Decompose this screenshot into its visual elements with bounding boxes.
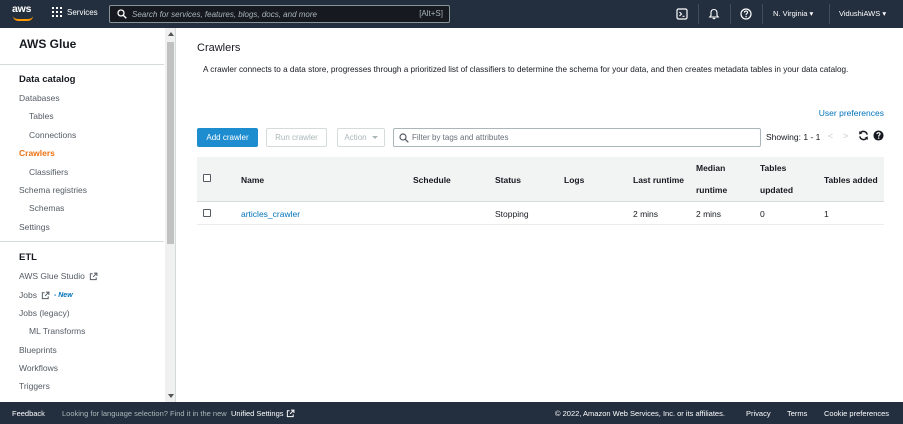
crawler-name-link[interactable]: articles_crawler — [241, 209, 300, 219]
column-header-tables-added[interactable]: Tables added — [824, 175, 878, 185]
nav-divider — [829, 4, 830, 24]
help-icon[interactable] — [873, 130, 884, 141]
bell-icon[interactable] — [708, 8, 720, 20]
global-search-box[interactable]: [Alt+S] — [109, 5, 450, 23]
sidebar-item-label: Jobs — [19, 290, 37, 300]
nav-divider — [698, 4, 699, 24]
column-header-logs[interactable]: Logs — [564, 175, 584, 185]
select-all-checkbox[interactable] — [203, 174, 211, 182]
sidebar-item-connections[interactable]: Connections — [29, 130, 76, 140]
aws-logo-text: aws — [12, 3, 32, 15]
row-checkbox[interactable] — [203, 209, 211, 217]
language-hint: Looking for language selection? Find it … — [62, 409, 227, 418]
search-shortcut: [Alt+S] — [419, 9, 443, 18]
sidebar-item-classifiers[interactable]: Classifiers — [29, 167, 68, 177]
sidebar-item-jobs[interactable]: Jobs - New — [19, 290, 73, 300]
sidebar-item-jobs-legacy[interactable]: Jobs (legacy) — [19, 308, 70, 318]
footer-bar: Feedback Looking for language selection?… — [0, 402, 903, 424]
sidebar-item-settings[interactable]: Settings — [19, 222, 50, 232]
cell-status: Stopping — [495, 209, 529, 219]
unified-settings-link[interactable]: Unified Settings — [231, 409, 284, 418]
sidebar-divider — [0, 64, 164, 65]
global-search-input[interactable] — [132, 7, 422, 21]
scroll-down-arrow-icon[interactable] — [168, 394, 174, 398]
sidebar-item-crawlers[interactable]: Crawlers — [19, 148, 55, 158]
cell-tables-added: 1 — [824, 209, 829, 219]
table-row[interactable]: articles_crawler Stopping 2 mins 2 mins … — [197, 203, 884, 225]
account-menu[interactable]: VidushiAWS ▾ — [839, 9, 886, 18]
sidebar: AWS Glue Data catalog Databases Tables C… — [0, 28, 176, 402]
table-header-row: Name Schedule Status Logs Last runtime M… — [197, 157, 884, 202]
column-header-median-runtime-line2[interactable]: runtime — [696, 185, 727, 195]
sidebar-item-tables[interactable]: Tables — [29, 111, 54, 121]
search-icon — [399, 133, 409, 143]
main-content: Crawlers A crawler connects to a data st… — [177, 28, 903, 402]
scroll-up-arrow-icon[interactable] — [168, 32, 174, 36]
grid-icon — [52, 7, 62, 17]
sidebar-item-glue-studio[interactable]: AWS Glue Studio — [19, 271, 98, 281]
sidebar-item-workflows[interactable]: Workflows — [19, 363, 58, 373]
run-crawler-button[interactable]: Run crawler — [266, 128, 327, 147]
page-description: A crawler connects to a data store, prog… — [203, 65, 849, 74]
cell-median-runtime: 2 mins — [696, 209, 722, 219]
services-menu-button[interactable]: Services — [52, 7, 98, 17]
previous-page-button[interactable]: < — [828, 131, 833, 141]
sidebar-item-triggers[interactable]: Triggers — [19, 381, 50, 391]
sidebar-title: AWS Glue — [19, 37, 77, 51]
external-link-icon[interactable] — [286, 409, 295, 418]
new-badge: - New — [53, 291, 73, 299]
pagination-status: Showing: 1 - 1 — [766, 132, 821, 142]
nav-divider — [730, 4, 731, 24]
scrollbar-thumb[interactable] — [167, 42, 174, 244]
aws-logo[interactable]: aws — [12, 3, 36, 25]
next-page-button[interactable]: > — [843, 131, 848, 141]
column-header-median-runtime-line1[interactable]: Median — [696, 163, 725, 173]
column-header-last-runtime[interactable]: Last runtime — [633, 175, 684, 185]
nav-divider — [762, 4, 763, 24]
caret-down-icon — [371, 136, 378, 139]
region-selector[interactable]: N. Virginia ▾ — [773, 9, 813, 18]
sidebar-item-schema-registries[interactable]: Schema registries — [19, 185, 87, 195]
feedback-link[interactable]: Feedback — [12, 409, 45, 418]
user-preferences-link[interactable]: User preferences — [819, 108, 884, 118]
sidebar-section-etl: ETL — [19, 252, 37, 263]
help-circle-icon[interactable] — [740, 8, 752, 20]
column-header-status[interactable]: Status — [495, 175, 521, 185]
sidebar-section-data-catalog: Data catalog — [19, 74, 76, 85]
external-link-icon — [41, 291, 50, 299]
sidebar-item-blueprints[interactable]: Blueprints — [19, 345, 57, 355]
column-header-tables-updated-line2[interactable]: updated — [760, 185, 793, 195]
action-label: Action — [344, 133, 367, 142]
action-dropdown-button[interactable]: Action — [337, 128, 385, 147]
sidebar-item-label: AWS Glue Studio — [19, 271, 85, 281]
external-link-icon — [89, 272, 98, 280]
sidebar-scrollbar[interactable] — [165, 28, 175, 402]
column-header-schedule[interactable]: Schedule — [413, 175, 451, 185]
cookie-preferences-link[interactable]: Cookie preferences — [824, 409, 889, 418]
sidebar-divider — [0, 241, 164, 242]
filter-input[interactable] — [412, 131, 752, 144]
add-crawler-button[interactable]: Add crawler — [197, 128, 258, 147]
cell-tables-updated: 0 — [760, 209, 765, 219]
aws-smile-icon — [13, 16, 33, 21]
terms-link[interactable]: Terms — [787, 409, 807, 418]
sidebar-item-schemas[interactable]: Schemas — [29, 203, 64, 213]
search-icon — [117, 9, 127, 19]
sidebar-item-ml-transforms[interactable]: ML Transforms — [29, 326, 85, 336]
cloudshell-icon[interactable] — [676, 8, 688, 20]
refresh-icon[interactable] — [858, 130, 869, 141]
sidebar-item-databases[interactable]: Databases — [19, 93, 60, 103]
cell-last-runtime: 2 mins — [633, 209, 659, 219]
filter-box[interactable] — [393, 128, 761, 147]
page-title: Crawlers — [197, 42, 241, 54]
column-header-tables-updated-line1[interactable]: Tables — [760, 163, 786, 173]
privacy-link[interactable]: Privacy — [746, 409, 771, 418]
services-label: Services — [67, 7, 98, 17]
top-nav-bar: aws Services [Alt+S] N. Virginia ▾ Vidus… — [0, 0, 903, 28]
column-header-name[interactable]: Name — [241, 175, 264, 185]
copyright-text: © 2022, Amazon Web Services, Inc. or its… — [555, 409, 725, 418]
